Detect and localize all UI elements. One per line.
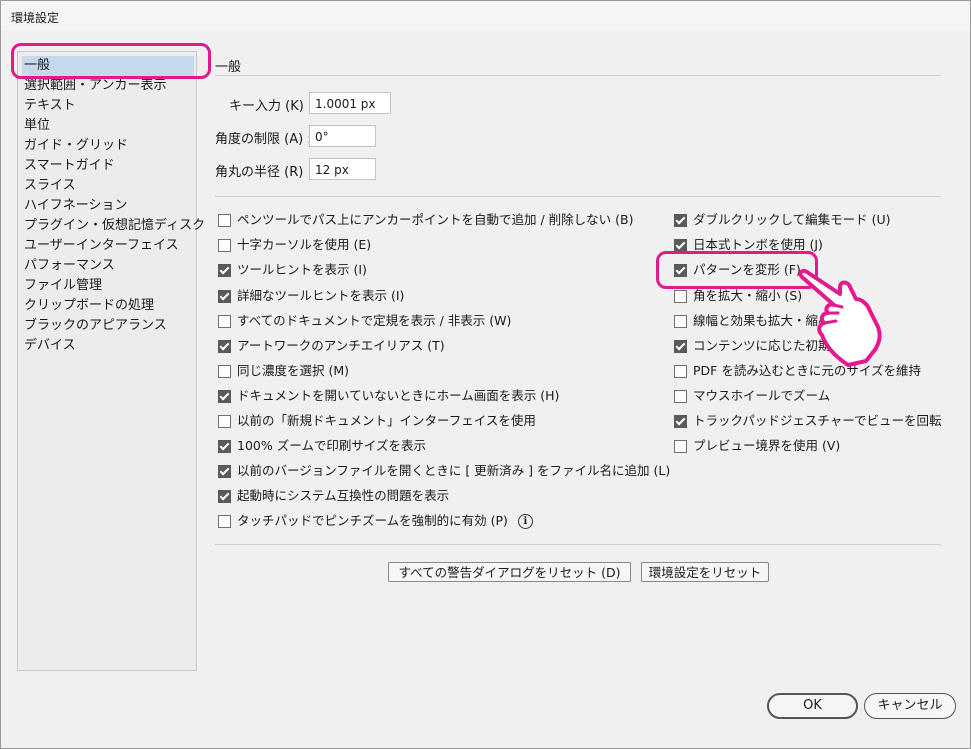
option-label: ペンツールでパス上にアンカーポイントを自動で追加 / 削除しない (B): [237, 212, 634, 227]
option-rich-tooltips[interactable]: 詳細なツールヒントを表示 (I): [218, 287, 404, 305]
checkbox[interactable]: [218, 489, 231, 503]
sidebar-item-devices[interactable]: デバイス: [22, 336, 194, 356]
key-input-label: キー入力 (K) :: [229, 99, 313, 114]
option-label: 以前のバージョンファイルを開くときに [ 更新済み ] をファイル名に追加 (L…: [237, 463, 671, 478]
option-pinch-zoom[interactable]: タッチパッドでピンチズームを強制的に有効 (P) i: [218, 512, 533, 530]
checkbox[interactable]: [218, 464, 231, 478]
option-append-converted[interactable]: 以前のバージョンファイルを開くときに [ 更新済み ] をファイル名に追加 (L…: [218, 462, 670, 480]
sidebar: 一般 選択範囲・アンカー表示 テキスト 単位 ガイド・グリッド スマートガイド …: [17, 51, 205, 671]
angle-constraint-field[interactable]: 0°: [309, 125, 376, 147]
option-preview-bounds[interactable]: プレビュー境界を使用 (V): [674, 437, 840, 455]
checkbox[interactable]: [674, 263, 687, 277]
option-compat-issues[interactable]: 起動時にシステム互換性の問題を表示: [218, 487, 449, 505]
sidebar-item-user-interface[interactable]: ユーザーインターフェイス: [22, 236, 194, 256]
option-legacy-new-document[interactable]: 以前の「新規ドキュメント」インターフェイスを使用: [218, 412, 536, 430]
title-bar: 環境設定: [1, 1, 970, 31]
option-label: 十字カーソルを使用 (E): [237, 237, 372, 252]
sidebar-item-file-handling[interactable]: ファイル管理: [22, 276, 194, 296]
option-label: アートワークのアンチエイリアス (T): [237, 338, 445, 353]
sidebar-item-text[interactable]: テキスト: [22, 96, 194, 116]
option-scroll-wheel-zoom[interactable]: マウスホイールでズーム: [674, 387, 830, 405]
option-japanese-crop-marks[interactable]: 日本式トンボを使用 (J): [674, 236, 823, 254]
option-label: ツールヒントを表示 (I): [237, 262, 367, 277]
preferences-window: 環境設定 一般 選択範囲・アンカー表示 テキスト 単位 ガイド・グリッド スマー…: [0, 0, 971, 749]
checkbox[interactable]: [218, 238, 231, 252]
divider: [215, 75, 941, 76]
checkbox[interactable]: [218, 339, 231, 353]
option-transform-pattern[interactable]: パターンを変形 (F): [674, 261, 801, 279]
checkbox[interactable]: [218, 389, 231, 403]
option-trackpad-rotate[interactable]: トラックパッドジェスチャーでビューを回転: [674, 412, 942, 430]
option-label: 同じ濃度を選択 (M): [237, 363, 350, 378]
option-label: すべてのドキュメントで定規を表示 / 非表示 (W): [237, 313, 512, 328]
option-label: 角を拡大・縮小 (S): [693, 288, 803, 303]
sidebar-item-units[interactable]: 単位: [22, 116, 194, 136]
reset-preferences-button[interactable]: 環境設定をリセット: [641, 562, 769, 582]
ok-button[interactable]: OK: [767, 693, 858, 719]
divider: [215, 196, 941, 197]
info-icon[interactable]: i: [517, 513, 533, 529]
key-input-field[interactable]: 1.0001 px: [309, 92, 391, 114]
checkbox[interactable]: [674, 439, 687, 453]
checkbox[interactable]: [674, 213, 687, 227]
option-label: ドキュメントを開いていないときにホーム画面を表示 (H): [237, 388, 560, 403]
option-label: タッチパッドでピンチズームを強制的に有効 (P): [237, 513, 508, 528]
option-anti-aliased-artwork[interactable]: アートワークのアンチエイリアス (T): [218, 337, 445, 355]
checkbox[interactable]: [218, 213, 231, 227]
checkbox[interactable]: [674, 364, 687, 378]
option-label: マウスホイールでズーム: [693, 388, 831, 403]
option-label: 100% ズームで印刷サイズを表示: [237, 438, 426, 453]
option-select-same-tint[interactable]: 同じ濃度を選択 (M): [218, 362, 349, 380]
sidebar-item-general[interactable]: 一般: [22, 56, 194, 76]
checkbox[interactable]: [218, 314, 231, 328]
option-label: 以前の「新規ドキュメント」インターフェイスを使用: [237, 413, 536, 428]
checkbox[interactable]: [674, 238, 687, 252]
reset-warnings-button[interactable]: すべての警告ダイアログをリセット (D): [388, 562, 631, 582]
checkbox[interactable]: [218, 289, 231, 303]
option-precise-cursors[interactable]: 十字カーソルを使用 (E): [218, 236, 371, 254]
sidebar-item-smart-guides[interactable]: スマートガイド: [22, 156, 194, 176]
cancel-button[interactable]: キャンセル: [864, 693, 956, 719]
option-label: プレビュー境界を使用 (V): [693, 438, 841, 453]
checkbox[interactable]: [674, 314, 687, 328]
sidebar-item-hyphenation[interactable]: ハイフネーション: [22, 196, 194, 216]
sidebar-item-slices[interactable]: スライス: [22, 176, 194, 196]
checkbox[interactable]: [218, 514, 231, 528]
corner-radius-label: 角丸の半径 (R) :: [215, 165, 312, 180]
window-title: 環境設定: [11, 11, 60, 25]
angle-constraint-label: 角度の制限 (A) :: [215, 132, 312, 147]
checkbox[interactable]: [218, 364, 231, 378]
option-show-home-screen[interactable]: ドキュメントを開いていないときにホーム画面を表示 (H): [218, 387, 559, 405]
option-label: 詳細なツールヒントを表示 (I): [237, 288, 405, 303]
section-title: 一般: [215, 60, 242, 75]
sidebar-item-clipboard[interactable]: クリップボードの処理: [22, 296, 194, 316]
option-double-click-isolate[interactable]: ダブルクリックして編集モード (U): [674, 211, 891, 229]
sidebar-item-selection-anchor[interactable]: 選択範囲・アンカー表示: [22, 76, 194, 96]
divider: [215, 544, 941, 545]
checkbox[interactable]: [218, 439, 231, 453]
checkbox[interactable]: [218, 263, 231, 277]
option-label: トラックパッドジェスチャーでビューを回転: [693, 413, 942, 428]
checkbox[interactable]: [674, 339, 687, 353]
checkbox[interactable]: [674, 389, 687, 403]
option-label: 起動時にシステム互換性の問題を表示: [237, 488, 450, 503]
corner-radius-field[interactable]: 12 px: [309, 158, 376, 180]
option-pen-tool-auto-add[interactable]: ペンツールでパス上にアンカーポイントを自動で追加 / 削除しない (B): [218, 211, 633, 229]
option-label: パターンを変形 (F): [693, 262, 801, 277]
option-show-tooltips[interactable]: ツールヒントを表示 (I): [218, 261, 367, 279]
checkbox[interactable]: [674, 414, 687, 428]
sidebar-item-guides-grid[interactable]: ガイド・グリッド: [22, 136, 194, 156]
option-label: 日本式トンボを使用 (J): [693, 237, 823, 252]
option-print-size-100[interactable]: 100% ズームで印刷サイズを表示: [218, 437, 426, 455]
sidebar-item-black-appearance[interactable]: ブラックのアピアランス: [22, 316, 194, 336]
option-label: ダブルクリックして編集モード (U): [693, 212, 891, 227]
checkbox[interactable]: [218, 414, 231, 428]
checkbox[interactable]: [674, 289, 687, 303]
option-scale-corners[interactable]: 角を拡大・縮小 (S): [674, 287, 802, 305]
sidebar-item-plugins-scratch-disks[interactable]: プラグイン・仮想記憶ディスク: [22, 216, 205, 236]
sidebar-item-performance[interactable]: パフォーマンス: [22, 256, 194, 276]
pointing-hand-icon: [798, 269, 882, 367]
option-rulers-all-docs[interactable]: すべてのドキュメントで定規を表示 / 非表示 (W): [218, 312, 511, 330]
